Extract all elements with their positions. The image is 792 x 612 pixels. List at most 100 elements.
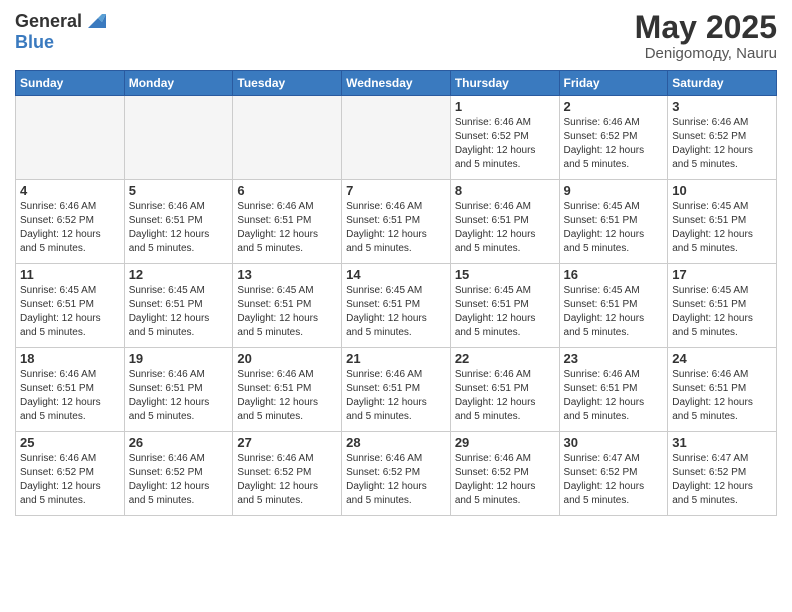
calendar-cell: 24 Sunrise: 6:46 AM Sunset: 6:51 PM Dayli… bbox=[668, 348, 777, 432]
calendar-cell: 5 Sunrise: 6:46 AM Sunset: 6:51 PM Daylig… bbox=[124, 180, 233, 264]
calendar-cell: 11 Sunrise: 6:45 AM Sunset: 6:51 PM Dayli… bbox=[16, 264, 125, 348]
calendar-cell: 31 Sunrise: 6:47 AM Sunset: 6:52 PM Dayli… bbox=[668, 432, 777, 516]
logo: General bbox=[15, 10, 106, 32]
day-info: Sunrise: 6:46 AM Sunset: 6:52 PM Dayligh… bbox=[20, 200, 120, 256]
header-sunday: Sunday bbox=[16, 71, 125, 96]
calendar-cell bbox=[233, 96, 342, 180]
day-info: Sunrise: 6:45 AM Sunset: 6:51 PM Dayligh… bbox=[455, 284, 555, 340]
day-number: 27 bbox=[237, 435, 337, 450]
calendar-cell: 2 Sunrise: 6:46 AM Sunset: 6:52 PM Daylig… bbox=[559, 96, 668, 180]
header-tuesday: Tuesday bbox=[233, 71, 342, 96]
day-number: 19 bbox=[129, 351, 229, 366]
header: General Blue May 2025 Denigomoду, Nauru bbox=[15, 10, 777, 62]
day-info: Sunrise: 6:46 AM Sunset: 6:52 PM Dayligh… bbox=[455, 452, 555, 508]
calendar-cell: 16 Sunrise: 6:45 AM Sunset: 6:51 PM Dayli… bbox=[559, 264, 668, 348]
day-info: Sunrise: 6:46 AM Sunset: 6:51 PM Dayligh… bbox=[237, 200, 337, 256]
calendar-cell: 19 Sunrise: 6:46 AM Sunset: 6:51 PM Dayli… bbox=[124, 348, 233, 432]
day-number: 14 bbox=[346, 267, 446, 282]
logo-blue: Blue bbox=[15, 32, 54, 53]
header-thursday: Thursday bbox=[450, 71, 559, 96]
calendar-week-row: 25Sunrise: 6:46 AM Sunset: 6:52 PM Dayli… bbox=[16, 432, 777, 516]
logo-general: General bbox=[15, 11, 82, 32]
calendar-cell: 30Sunrise: 6:47 AM Sunset: 6:52 PM Dayli… bbox=[559, 432, 668, 516]
calendar-cell: 15 Sunrise: 6:45 AM Sunset: 6:51 PM Dayli… bbox=[450, 264, 559, 348]
day-info: Sunrise: 6:46 AM Sunset: 6:52 PM Dayligh… bbox=[129, 452, 229, 508]
day-info: Sunrise: 6:46 AM Sunset: 6:51 PM Dayligh… bbox=[455, 368, 555, 424]
day-number: 4 bbox=[20, 183, 120, 198]
day-info: Sunrise: 6:46 AM Sunset: 6:51 PM Dayligh… bbox=[564, 368, 664, 424]
day-number: 5 bbox=[129, 183, 229, 198]
day-number: 22 bbox=[455, 351, 555, 366]
day-number: 15 bbox=[455, 267, 555, 282]
calendar-cell bbox=[16, 96, 125, 180]
calendar-cell: 8 Sunrise: 6:46 AM Sunset: 6:51 PM Daylig… bbox=[450, 180, 559, 264]
day-number: 20 bbox=[237, 351, 337, 366]
day-number: 9 bbox=[564, 183, 664, 198]
day-number: 12 bbox=[129, 267, 229, 282]
calendar-cell: 26 Sunrise: 6:46 AM Sunset: 6:52 PM Dayli… bbox=[124, 432, 233, 516]
calendar-cell: 13Sunrise: 6:45 AM Sunset: 6:51 PM Dayli… bbox=[233, 264, 342, 348]
calendar-week-row: 1Sunrise: 6:46 AM Sunset: 6:52 PM Daylig… bbox=[16, 96, 777, 180]
day-number: 24 bbox=[672, 351, 772, 366]
day-number: 29 bbox=[455, 435, 555, 450]
calendar-cell: 9 Sunrise: 6:45 AM Sunset: 6:51 PM Daylig… bbox=[559, 180, 668, 264]
location-title: Denigomoду, Nauru bbox=[635, 45, 777, 62]
calendar-week-row: 4 Sunrise: 6:46 AM Sunset: 6:52 PM Daylig… bbox=[16, 180, 777, 264]
calendar-cell: 12 Sunrise: 6:45 AM Sunset: 6:51 PM Dayli… bbox=[124, 264, 233, 348]
day-number: 3 bbox=[672, 99, 772, 114]
day-number: 17 bbox=[672, 267, 772, 282]
calendar-cell: 7 Sunrise: 6:46 AM Sunset: 6:51 PM Daylig… bbox=[342, 180, 451, 264]
header-monday: Monday bbox=[124, 71, 233, 96]
day-info: Sunrise: 6:46 AM Sunset: 6:52 PM Dayligh… bbox=[672, 116, 772, 172]
calendar-cell: 17 Sunrise: 6:45 AM Sunset: 6:51 PM Dayli… bbox=[668, 264, 777, 348]
calendar-cell: 14 Sunrise: 6:45 AM Sunset: 6:51 PM Dayli… bbox=[342, 264, 451, 348]
calendar-cell: 28Sunrise: 6:46 AM Sunset: 6:52 PM Dayli… bbox=[342, 432, 451, 516]
day-number: 18 bbox=[20, 351, 120, 366]
calendar-week-row: 11 Sunrise: 6:45 AM Sunset: 6:51 PM Dayli… bbox=[16, 264, 777, 348]
calendar-cell: 3 Sunrise: 6:46 AM Sunset: 6:52 PM Daylig… bbox=[668, 96, 777, 180]
day-number: 16 bbox=[564, 267, 664, 282]
day-info: Sunrise: 6:45 AM Sunset: 6:51 PM Dayligh… bbox=[237, 284, 337, 340]
calendar-cell: 6Sunrise: 6:46 AM Sunset: 6:51 PM Daylig… bbox=[233, 180, 342, 264]
calendar-cell: 20 Sunrise: 6:46 AM Sunset: 6:51 PM Dayli… bbox=[233, 348, 342, 432]
day-info: Sunrise: 6:46 AM Sunset: 6:52 PM Dayligh… bbox=[346, 452, 446, 508]
calendar-cell: 27Sunrise: 6:46 AM Sunset: 6:52 PM Dayli… bbox=[233, 432, 342, 516]
day-number: 2 bbox=[564, 99, 664, 114]
day-number: 10 bbox=[672, 183, 772, 198]
logo-area: General Blue bbox=[15, 10, 106, 53]
calendar-table: Sunday Monday Tuesday Wednesday Thursday… bbox=[15, 70, 777, 516]
calendar-cell: 29 Sunrise: 6:46 AM Sunset: 6:52 PM Dayli… bbox=[450, 432, 559, 516]
day-info: Sunrise: 6:46 AM Sunset: 6:52 PM Dayligh… bbox=[564, 116, 664, 172]
logo-icon bbox=[84, 10, 106, 32]
calendar-cell: 1Sunrise: 6:46 AM Sunset: 6:52 PM Daylig… bbox=[450, 96, 559, 180]
day-info: Sunrise: 6:45 AM Sunset: 6:51 PM Dayligh… bbox=[20, 284, 120, 340]
page: General Blue May 2025 Denigomoду, Nauru … bbox=[0, 0, 792, 612]
calendar-cell: 10Sunrise: 6:45 AM Sunset: 6:51 PM Dayli… bbox=[668, 180, 777, 264]
weekday-header-row: Sunday Monday Tuesday Wednesday Thursday… bbox=[16, 71, 777, 96]
day-info: Sunrise: 6:46 AM Sunset: 6:51 PM Dayligh… bbox=[455, 200, 555, 256]
day-info: Sunrise: 6:45 AM Sunset: 6:51 PM Dayligh… bbox=[564, 284, 664, 340]
day-number: 7 bbox=[346, 183, 446, 198]
calendar-cell: 18 Sunrise: 6:46 AM Sunset: 6:51 PM Dayli… bbox=[16, 348, 125, 432]
day-info: Sunrise: 6:46 AM Sunset: 6:51 PM Dayligh… bbox=[129, 200, 229, 256]
calendar-cell: 22 Sunrise: 6:46 AM Sunset: 6:51 PM Dayli… bbox=[450, 348, 559, 432]
day-info: Sunrise: 6:46 AM Sunset: 6:51 PM Dayligh… bbox=[672, 368, 772, 424]
day-number: 26 bbox=[129, 435, 229, 450]
day-info: Sunrise: 6:46 AM Sunset: 6:51 PM Dayligh… bbox=[20, 368, 120, 424]
day-info: Sunrise: 6:46 AM Sunset: 6:52 PM Dayligh… bbox=[455, 116, 555, 172]
calendar-cell: 25Sunrise: 6:46 AM Sunset: 6:52 PM Dayli… bbox=[16, 432, 125, 516]
day-number: 11 bbox=[20, 267, 120, 282]
day-info: Sunrise: 6:47 AM Sunset: 6:52 PM Dayligh… bbox=[672, 452, 772, 508]
calendar-cell bbox=[124, 96, 233, 180]
day-info: Sunrise: 6:46 AM Sunset: 6:51 PM Dayligh… bbox=[237, 368, 337, 424]
day-info: Sunrise: 6:45 AM Sunset: 6:51 PM Dayligh… bbox=[346, 284, 446, 340]
day-info: Sunrise: 6:45 AM Sunset: 6:51 PM Dayligh… bbox=[564, 200, 664, 256]
day-info: Sunrise: 6:47 AM Sunset: 6:52 PM Dayligh… bbox=[564, 452, 664, 508]
day-number: 31 bbox=[672, 435, 772, 450]
day-number: 8 bbox=[455, 183, 555, 198]
day-info: Sunrise: 6:45 AM Sunset: 6:51 PM Dayligh… bbox=[672, 284, 772, 340]
day-info: Sunrise: 6:46 AM Sunset: 6:51 PM Dayligh… bbox=[346, 200, 446, 256]
day-info: Sunrise: 6:46 AM Sunset: 6:51 PM Dayligh… bbox=[346, 368, 446, 424]
day-info: Sunrise: 6:46 AM Sunset: 6:51 PM Dayligh… bbox=[129, 368, 229, 424]
day-info: Sunrise: 6:45 AM Sunset: 6:51 PM Dayligh… bbox=[129, 284, 229, 340]
